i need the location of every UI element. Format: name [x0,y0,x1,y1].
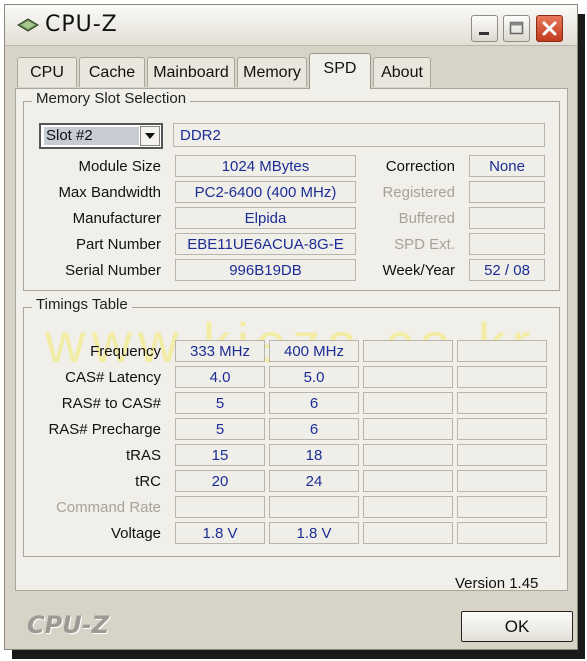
buffered-field [469,207,545,229]
tab-spd[interactable]: SPD [309,53,371,89]
slot-select-value: Slot #2 [44,127,139,145]
week-year-field: 52 / 08 [469,259,545,281]
minimize-button[interactable] [471,15,498,42]
buffered-label: Buffered [398,210,455,227]
tab-memory[interactable]: Memory [237,57,307,87]
timing-cell: 5.0 [269,366,359,388]
timing-cell: 1.8 V [175,522,265,544]
cpu-z-brand-logo: CPU-Z [27,611,110,639]
tab-mainboard[interactable]: Mainboard [147,57,235,87]
timing-cell: 1.8 V [269,522,359,544]
close-button[interactable] [536,15,563,42]
timing-cell: 18 [269,444,359,466]
timing-cell [363,366,453,388]
module-size-field: 1024 MBytes [175,155,356,177]
correction-field: None [469,155,545,177]
manufacturer-label: Manufacturer [72,210,161,227]
timing-cell [457,366,547,388]
timing-row-label: RAS# Precharge [48,421,161,438]
timing-cell [457,444,547,466]
version-label: Version 1.45 [455,575,539,592]
timing-cell [363,470,453,492]
tab-cpu[interactable]: CPU [17,57,77,87]
timing-cell: 400 MHz [269,340,359,362]
timing-cell [363,340,453,362]
serial-number-field: 996B19DB [175,259,356,281]
timing-row-label: tRC [135,473,161,490]
timing-cell [363,496,453,518]
timing-cell [457,470,547,492]
timing-cell [457,496,547,518]
part-number-field: EBE11UE6ACUA-8G-E [175,233,356,255]
registered-field [469,181,545,203]
timing-cell [457,522,547,544]
week-year-label: Week/Year [382,262,455,279]
memory-type-field: DDR2 [173,123,545,147]
memory-slot-selection-title: Memory Slot Selection [32,90,191,107]
timing-cell: 333 MHz [175,340,265,362]
timing-cell [457,418,547,440]
timing-cell: 5 [175,418,265,440]
maximize-icon [509,21,524,35]
registered-label: Registered [382,184,455,201]
max-bandwidth-label: Max Bandwidth [58,184,161,201]
max-bandwidth-field: PC2-6400 (400 MHz) [175,181,356,203]
timing-cell: 6 [269,392,359,414]
manufacturer-field: Elpida [175,207,356,229]
spd-ext-label: SPD Ext. [394,236,455,253]
maximize-button[interactable] [503,15,530,42]
timing-cell: 6 [269,418,359,440]
tab-strip: CPU Cache Mainboard Memory SPD About [15,53,575,89]
chevron-down-icon [145,133,155,139]
timing-cell [363,522,453,544]
timing-cell: 15 [175,444,265,466]
serial-number-label: Serial Number [65,262,161,279]
timing-row-label: Command Rate [55,499,161,516]
slot-select[interactable]: Slot #2 [39,123,163,149]
timing-cell [175,496,265,518]
timing-row-label: Frequency [90,343,161,360]
timing-cell [457,340,547,362]
timing-cell: 24 [269,470,359,492]
cpu-z-diamond-icon [17,18,39,32]
timing-cell [363,392,453,414]
part-number-label: Part Number [75,236,161,253]
timing-row-label: CAS# Latency [65,369,161,386]
ok-button[interactable]: OK [461,611,573,642]
title-bar[interactable]: CPU-Z [5,5,577,46]
timing-row-label: RAS# to CAS# [61,395,161,412]
timing-cell: 4.0 [175,366,265,388]
timing-cell [457,392,547,414]
timing-cell: 5 [175,392,265,414]
slot-select-dropdown-button[interactable] [140,126,160,146]
window-title: CPU-Z [45,12,118,37]
timing-row-label: tRAS [125,447,161,464]
tab-about[interactable]: About [373,57,431,87]
cpu-z-window: CPU-Z CPU Cache Mainboard Memory SPD Abo… [4,4,578,650]
minimize-icon [479,32,489,35]
module-size-label: Module Size [78,158,161,175]
timing-cell [363,444,453,466]
correction-label: Correction [385,158,455,175]
spd-ext-field [469,233,545,255]
close-icon [542,21,557,36]
timing-row-label: Voltage [110,525,161,542]
timing-cell: 20 [175,470,265,492]
tab-cache[interactable]: Cache [79,57,145,87]
timing-cell [363,418,453,440]
timing-cell [269,496,359,518]
